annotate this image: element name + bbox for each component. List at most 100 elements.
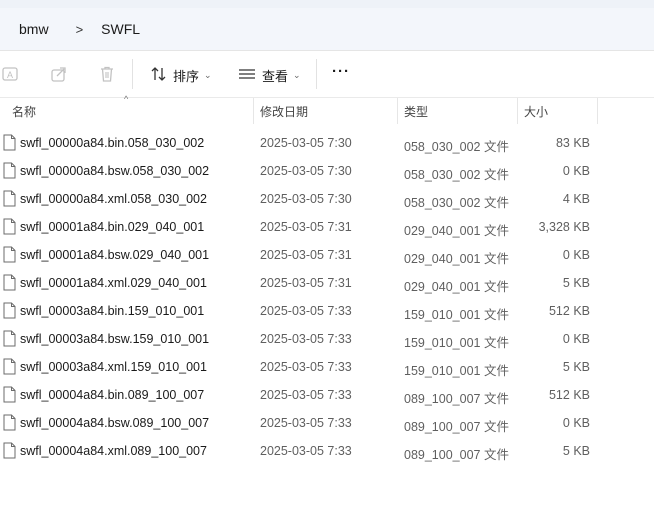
file-size: 5 KB [562,276,590,290]
rename-icon[interactable]: A [2,65,20,83]
file-type: 029_040_001 文件 [404,224,509,238]
file-row[interactable]: swfl_00003a84.bin.159_010_001 2025-03-05 … [0,297,654,325]
file-date: 2025-03-05 7:33 [260,332,352,346]
file-type: 089_100_007 文件 [404,420,509,434]
chevron-down-icon: ⌄ [293,70,301,80]
file-date: 2025-03-05 7:31 [260,220,352,234]
file-size: 0 KB [562,332,590,346]
file-row[interactable]: swfl_00003a84.xml.159_010_001 2025-03-05 … [0,353,654,381]
file-type: 159_010_001 文件 [404,308,509,322]
file-size: 4 KB [562,192,590,206]
file-date: 2025-03-05 7:31 [260,276,352,290]
file-size: 512 KB [548,388,590,402]
view-label: 查看 [262,69,289,84]
file-name: swfl_00000a84.xml.058_030_002 [20,192,207,206]
file-size: 5 KB [562,360,590,374]
file-name: swfl_00003a84.bsw.159_010_001 [20,332,210,346]
chevron-down-icon: ⌄ [204,70,212,80]
more-options-button[interactable]: ··· [332,63,350,80]
file-name: swfl_00003a84.xml.159_010_001 [20,360,207,374]
file-type: 089_100_007 文件 [404,448,509,462]
file-icon [3,190,16,210]
file-icon [3,414,16,434]
file-icon [3,442,16,462]
column-header-size[interactable]: 大小 [524,103,548,120]
toolbar-separator [316,59,317,89]
file-size: 0 KB [562,164,590,178]
column-divider[interactable] [397,98,398,124]
chevron-right-icon[interactable]: > [49,22,84,37]
file-type: 058_030_002 文件 [404,140,509,154]
command-bar: A 排序 ⌄ 查看 ⌄ ··· [0,51,654,98]
file-icon [3,246,16,266]
file-size: 0 KB [562,416,590,430]
file-row[interactable]: swfl_00001a84.bin.029_040_001 2025-03-05 … [0,213,654,241]
file-row[interactable]: swfl_00004a84.xml.089_100_007 2025-03-05 … [0,437,654,465]
sort-button[interactable]: 排序 ⌄ [150,65,212,86]
more-icon: ··· [332,63,350,80]
file-size: 0 KB [562,248,590,262]
file-size: 3,328 KB [538,220,590,234]
file-date: 2025-03-05 7:33 [260,416,352,430]
file-icon [3,134,16,154]
share-icon[interactable] [50,65,68,83]
file-type: 089_100_007 文件 [404,392,509,406]
file-name: swfl_00001a84.bin.029_040_001 [20,220,205,234]
file-name: swfl_00004a84.bsw.089_100_007 [20,416,210,430]
file-icon [3,162,16,182]
breadcrumb-item-bmw[interactable]: bmw [0,21,49,37]
file-name: swfl_00004a84.xml.089_100_007 [20,444,207,458]
file-row[interactable]: swfl_00004a84.bin.089_100_007 2025-03-05 … [0,381,654,409]
column-divider[interactable] [253,98,254,124]
sort-label: 排序 [173,69,200,84]
file-date: 2025-03-05 7:30 [260,164,352,178]
file-type: 159_010_001 文件 [404,364,509,378]
column-header-name[interactable]: 名称 [12,103,36,120]
column-header-date[interactable]: 修改日期 [260,103,308,120]
file-date: 2025-03-05 7:31 [260,248,352,262]
file-size: 512 KB [548,304,590,318]
file-name: swfl_00000a84.bsw.058_030_002 [20,164,210,178]
file-icon [3,386,16,406]
file-row[interactable]: swfl_00000a84.bsw.058_030_002 2025-03-05 … [0,157,654,185]
file-type: 029_040_001 文件 [404,280,509,294]
file-row[interactable]: swfl_00001a84.xml.029_040_001 2025-03-05 … [0,269,654,297]
file-date: 2025-03-05 7:33 [260,388,352,402]
delete-icon[interactable] [98,65,116,83]
file-row[interactable]: swfl_00000a84.bin.058_030_002 2025-03-05 … [0,129,654,157]
column-header-type[interactable]: 类型 [404,103,428,120]
file-icon [3,358,16,378]
file-list: swfl_00000a84.bin.058_030_002 2025-03-05 … [0,129,654,465]
file-size: 83 KB [555,136,590,150]
breadcrumb: bmw > SWFL [0,8,654,51]
file-date: 2025-03-05 7:30 [260,136,352,150]
toolbar-separator [132,59,133,89]
view-icon [238,65,256,86]
file-type: 159_010_001 文件 [404,336,509,350]
file-type: 058_030_002 文件 [404,168,509,182]
column-divider[interactable] [517,98,518,124]
file-size: 5 KB [562,444,590,458]
title-strip [0,0,654,8]
file-date: 2025-03-05 7:33 [260,444,352,458]
file-icon [3,218,16,238]
svg-text:A: A [7,70,13,80]
file-type: 029_040_001 文件 [404,252,509,266]
file-row[interactable]: swfl_00003a84.bsw.159_010_001 2025-03-05 … [0,325,654,353]
file-row[interactable]: swfl_00004a84.bsw.089_100_007 2025-03-05 … [0,409,654,437]
sort-icon [150,65,168,86]
column-divider[interactable] [597,98,598,124]
file-name: swfl_00001a84.xml.029_040_001 [20,276,207,290]
file-name: swfl_00000a84.bin.058_030_002 [20,136,205,150]
file-row[interactable]: swfl_00001a84.bsw.029_040_001 2025-03-05 … [0,241,654,269]
sort-up-icon: ^ [124,94,129,104]
file-name: swfl_00003a84.bin.159_010_001 [20,304,205,318]
view-button[interactable]: 查看 ⌄ [238,65,301,86]
file-row[interactable]: swfl_00000a84.xml.058_030_002 2025-03-05 … [0,185,654,213]
file-type: 058_030_002 文件 [404,196,509,210]
file-icon [3,302,16,322]
file-date: 2025-03-05 7:33 [260,360,352,374]
breadcrumb-item-swfl[interactable]: SWFL [83,21,140,37]
file-date: 2025-03-05 7:30 [260,192,352,206]
file-name: swfl_00004a84.bin.089_100_007 [20,388,205,402]
